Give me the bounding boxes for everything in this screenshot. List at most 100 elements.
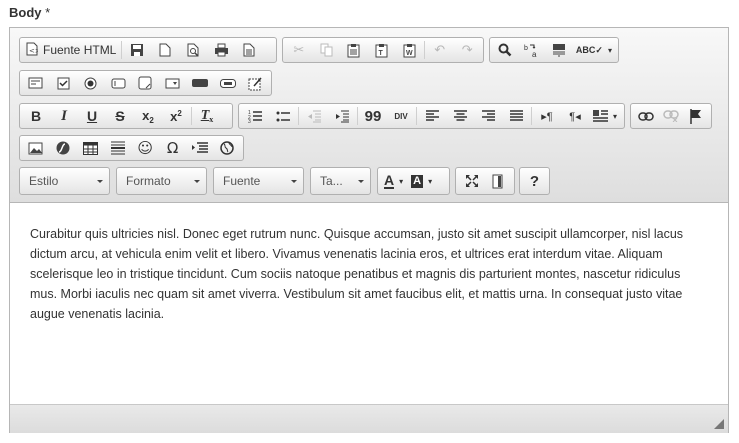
underline-button[interactable]: U bbox=[78, 104, 106, 128]
numbered-list-button[interactable]: 123 bbox=[241, 104, 269, 128]
image-button[interactable] bbox=[22, 136, 49, 160]
paste-button[interactable] bbox=[340, 38, 368, 62]
hidden-field-button[interactable] bbox=[242, 71, 269, 95]
chevron-down-icon bbox=[97, 180, 103, 183]
textfield-button[interactable] bbox=[104, 71, 131, 95]
align-left-button[interactable] bbox=[418, 104, 446, 128]
indent-button[interactable] bbox=[328, 104, 356, 128]
toolbar-group-forms bbox=[19, 70, 272, 96]
align-center-button[interactable] bbox=[446, 104, 474, 128]
spellcheck-button[interactable]: ABC✓ ▾ bbox=[572, 38, 616, 62]
italic-icon: I bbox=[61, 107, 67, 124]
radio-button[interactable] bbox=[77, 71, 104, 95]
toolbar-group-document: <> Fuente HTML bbox=[19, 37, 277, 63]
show-blocks-button[interactable] bbox=[485, 169, 512, 193]
toolbar-group-editing: ba ABC✓ ▾ bbox=[489, 37, 619, 63]
source-button[interactable]: <> Fuente HTML bbox=[22, 38, 120, 62]
bulleted-list-button[interactable] bbox=[269, 104, 297, 128]
div-button[interactable]: DIV bbox=[387, 104, 415, 128]
superscript-icon: x2 bbox=[170, 108, 182, 124]
toolbar-group-paragraph: 123 99 DIV ▸¶ ¶◂ ▾ bbox=[238, 103, 625, 129]
cut-button[interactable]: ✂ bbox=[285, 38, 313, 62]
page-break-button[interactable] bbox=[186, 136, 213, 160]
redo-button[interactable]: ↷ bbox=[453, 38, 481, 62]
unlink-button[interactable] bbox=[658, 104, 683, 128]
button-field-button[interactable] bbox=[187, 71, 214, 95]
special-char-button[interactable]: Ω bbox=[159, 136, 186, 160]
textarea-button[interactable] bbox=[132, 71, 159, 95]
bg-color-button[interactable]: A ▾ bbox=[407, 169, 436, 193]
find-button[interactable] bbox=[492, 38, 519, 62]
undo-icon: ↶ bbox=[434, 42, 446, 58]
italic-button[interactable]: I bbox=[50, 104, 78, 128]
format-combo[interactable]: Formato bbox=[116, 167, 207, 195]
anchor-button[interactable] bbox=[684, 104, 709, 128]
iframe-button[interactable] bbox=[214, 136, 241, 160]
preview-button[interactable] bbox=[179, 38, 207, 62]
unlink-icon bbox=[663, 110, 679, 122]
image-button-button[interactable] bbox=[214, 71, 241, 95]
radio-icon bbox=[84, 77, 97, 89]
justify-button[interactable] bbox=[502, 104, 530, 128]
subscript-icon: x2 bbox=[142, 107, 154, 125]
content-paragraph[interactable]: Curabitur quis ultricies nisl. Donec ege… bbox=[30, 224, 710, 324]
remove-format-button[interactable]: Tx bbox=[193, 104, 221, 128]
help-button[interactable]: ? bbox=[522, 169, 547, 193]
image-icon bbox=[28, 142, 43, 154]
ltr-button[interactable]: ▸¶ bbox=[533, 104, 561, 128]
outdent-button[interactable] bbox=[300, 104, 328, 128]
undo-button[interactable]: ↶ bbox=[426, 38, 454, 62]
templates-button[interactable] bbox=[235, 38, 263, 62]
blockquote-button[interactable]: 99 bbox=[359, 104, 387, 128]
bulleted-list-icon bbox=[276, 111, 290, 121]
size-combo[interactable]: Ta... bbox=[310, 167, 371, 195]
table-button[interactable] bbox=[77, 136, 104, 160]
copy-button[interactable] bbox=[313, 38, 341, 62]
smiley-button[interactable]: ☺ bbox=[132, 136, 159, 160]
align-right-button[interactable] bbox=[474, 104, 502, 128]
new-page-button[interactable] bbox=[151, 38, 179, 62]
strike-icon: S bbox=[115, 108, 125, 124]
spellcheck-icon: ABC✓ bbox=[575, 44, 603, 55]
justify-icon bbox=[509, 110, 523, 121]
editor-toolbar: <> Fuente HTML ✂ T W ↶ ↷ ba ABC✓ ▾ B I U… bbox=[10, 28, 728, 203]
select-field-button[interactable] bbox=[159, 71, 186, 95]
paste-text-button[interactable]: T bbox=[368, 38, 396, 62]
form-button[interactable] bbox=[22, 71, 49, 95]
superscript-button[interactable]: x2 bbox=[162, 104, 190, 128]
templates-icon bbox=[243, 43, 255, 57]
rtl-button[interactable]: ¶◂ bbox=[561, 104, 589, 128]
language-button[interactable]: ▾ bbox=[589, 104, 621, 128]
save-button[interactable] bbox=[123, 38, 151, 62]
horizontal-rule-button[interactable] bbox=[104, 136, 131, 160]
paste-word-icon: W bbox=[403, 43, 416, 57]
textfield-icon bbox=[111, 78, 126, 88]
maximize-button[interactable] bbox=[458, 169, 485, 193]
svg-text:T: T bbox=[379, 50, 384, 57]
font-combo[interactable]: Fuente bbox=[213, 167, 304, 195]
paste-word-button[interactable]: W bbox=[395, 38, 423, 62]
editor-content-area[interactable]: Curabitur quis ultricies nisl. Donec ege… bbox=[10, 203, 728, 404]
link-button[interactable] bbox=[633, 104, 658, 128]
hidden-field-icon bbox=[248, 77, 262, 90]
print-button[interactable] bbox=[207, 38, 235, 62]
separator bbox=[423, 41, 425, 59]
save-icon bbox=[131, 44, 144, 56]
checkbox-button[interactable] bbox=[49, 71, 76, 95]
subscript-button[interactable]: x2 bbox=[134, 104, 162, 128]
strike-button[interactable]: S bbox=[106, 104, 134, 128]
replace-button[interactable]: ba bbox=[519, 38, 546, 62]
font-combo-label: Fuente bbox=[223, 174, 261, 188]
link-icon bbox=[637, 111, 654, 121]
resize-handle-icon[interactable] bbox=[714, 419, 724, 429]
select-all-button[interactable] bbox=[545, 38, 572, 62]
field-label: Body * bbox=[9, 5, 51, 20]
flash-button[interactable] bbox=[49, 136, 76, 160]
separator bbox=[121, 41, 123, 59]
image-button-icon bbox=[219, 78, 236, 88]
bold-button[interactable]: B bbox=[22, 104, 50, 128]
chevron-down-icon bbox=[358, 180, 364, 183]
text-color-icon: A bbox=[384, 171, 395, 189]
styles-combo[interactable]: Estilo bbox=[19, 167, 110, 195]
text-color-button[interactable]: A ▾ bbox=[380, 169, 407, 193]
